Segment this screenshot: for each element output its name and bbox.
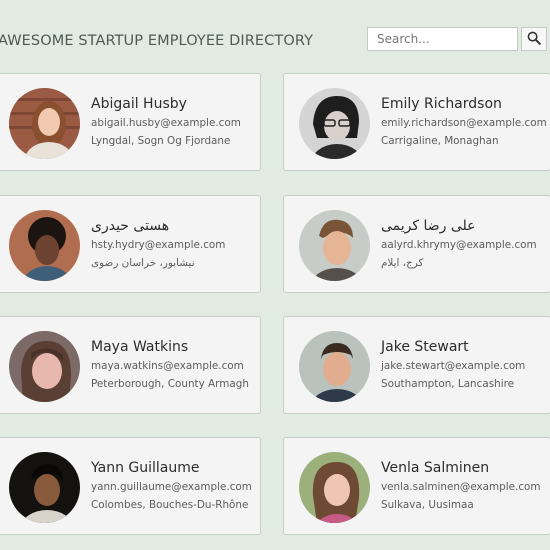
employee-location: کرج، ایلام xyxy=(381,257,424,269)
employee-card[interactable]: Yann Guillaume yann.guillaume@example.co… xyxy=(0,437,261,535)
search-button[interactable] xyxy=(521,27,547,51)
employee-name: Jake Stewart xyxy=(381,339,469,355)
employee-card[interactable]: Venla Salminen venla.salminen@example.co… xyxy=(283,437,550,535)
employee-name: Abigail Husby xyxy=(91,96,187,112)
employee-location: نیشابور، خراسان رضوی xyxy=(91,257,195,269)
employee-email: jake.stewart@example.com xyxy=(381,360,526,372)
employee-name: Maya Watkins xyxy=(91,339,189,355)
employee-location: Colombes, Bouches-Du-Rhône xyxy=(91,499,249,511)
employee-email: abigail.husby@example.com xyxy=(91,117,241,129)
search-input[interactable] xyxy=(367,27,518,51)
avatar xyxy=(299,452,370,523)
employee-card[interactable]: Emily Richardson emily.richardson@exampl… xyxy=(283,73,550,171)
employee-location: Lyngdal, Sogn Og Fjordane xyxy=(91,135,231,147)
employee-name: Yann Guillaume xyxy=(91,460,200,476)
search-icon xyxy=(527,31,541,48)
avatar xyxy=(299,210,370,281)
employee-card[interactable]: هستی حیدری hsty.hydry@example.com نیشابو… xyxy=(0,195,261,293)
avatar xyxy=(299,331,370,402)
employee-name: Venla Salminen xyxy=(381,460,490,476)
employee-card[interactable]: Jake Stewart jake.stewart@example.com So… xyxy=(283,316,550,414)
employee-email: venla.salminen@example.com xyxy=(381,481,541,493)
employee-location: Southampton, Lancashire xyxy=(381,378,515,390)
avatar xyxy=(9,331,80,402)
employee-location: Peterborough, County Armagh xyxy=(91,378,249,390)
employee-name: علی رضا کریمی xyxy=(381,218,476,234)
avatar xyxy=(9,210,80,281)
employee-email: hsty.hydry@example.com xyxy=(91,239,226,251)
employee-email: yann.guillaume@example.com xyxy=(91,481,252,493)
employee-card[interactable]: Maya Watkins maya.watkins@example.com Pe… xyxy=(0,316,261,414)
employee-email: maya.watkins@example.com xyxy=(91,360,244,372)
page-title: AWESOME STARTUP EMPLOYEE DIRECTORY xyxy=(0,33,314,49)
avatar xyxy=(9,452,80,523)
employee-location: Sulkava, Uusimaa xyxy=(381,499,474,511)
employee-email: aalyrd.khrymy@example.com xyxy=(381,239,537,251)
employee-card[interactable]: علی رضا کریمی aalyrd.khrymy@example.com … xyxy=(283,195,550,293)
employee-location: Carrigaline, Monaghan xyxy=(381,135,499,147)
employee-name: Emily Richardson xyxy=(381,96,502,112)
avatar xyxy=(299,88,370,159)
employee-name: هستی حیدری xyxy=(91,218,170,234)
employee-email: emily.richardson@example.com xyxy=(381,117,547,129)
avatar xyxy=(9,88,80,159)
employee-card[interactable]: Abigail Husby abigail.husby@example.com … xyxy=(0,73,261,171)
